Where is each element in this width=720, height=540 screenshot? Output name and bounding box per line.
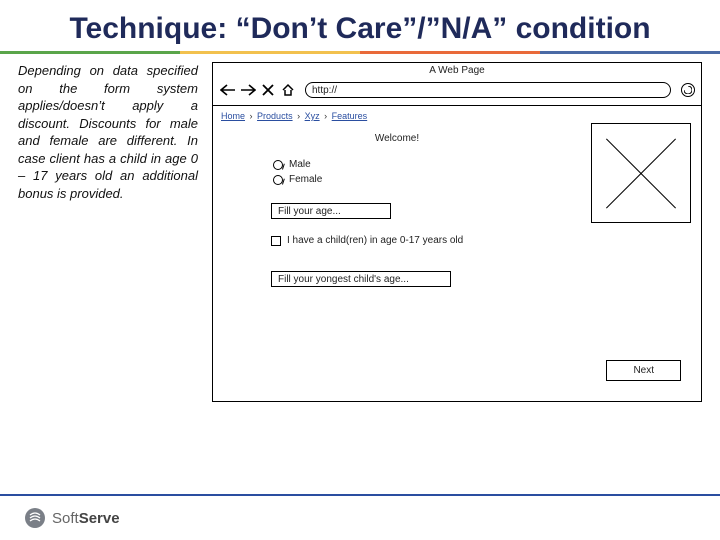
image-placeholder-icon <box>591 123 691 223</box>
crumb-features[interactable]: Features <box>332 111 368 121</box>
close-icon[interactable] <box>259 82 277 98</box>
footer: SoftServe <box>0 494 720 540</box>
next-button[interactable]: Next <box>606 360 681 381</box>
child-age-placeholder: Fill your yongest child's age... <box>278 274 409 285</box>
crumb-xyz[interactable]: Xyz <box>305 111 320 121</box>
radio-male-label: Male <box>289 159 311 170</box>
radio-male[interactable] <box>273 160 283 170</box>
wireframe-browser: A Web Page http:// Home › <box>212 62 702 402</box>
brand-normal: Soft <box>52 510 79 527</box>
accent-stripe <box>0 51 720 54</box>
toolbar-separator <box>213 105 701 106</box>
description-text: Depending on data specified on the form … <box>18 62 198 402</box>
brand-text: SoftServe <box>52 510 120 527</box>
child-checkbox[interactable] <box>271 236 281 246</box>
url-input[interactable]: http:// <box>305 82 671 98</box>
radio-female[interactable] <box>273 175 283 185</box>
age-placeholder: Fill your age... <box>278 206 341 217</box>
welcome-heading: Welcome! <box>213 133 581 144</box>
loading-icon <box>681 83 695 97</box>
chevron-right-icon: › <box>250 111 253 121</box>
brand-logo-icon <box>24 507 46 529</box>
url-value: http:// <box>312 85 337 96</box>
chevron-right-icon: › <box>324 111 327 121</box>
title-part-1: Technique: <box>69 12 235 45</box>
brand-bold: Serve <box>79 510 120 527</box>
radio-female-label: Female <box>289 174 322 185</box>
home-icon[interactable] <box>279 82 297 98</box>
crumb-products[interactable]: Products <box>257 111 293 121</box>
breadcrumb: Home › Products › Xyz › Features <box>221 111 367 121</box>
slide-title: Technique: “Don’t Care”/”N/A” condition <box>0 0 720 51</box>
age-input[interactable]: Fill your age... <box>271 203 391 219</box>
window-title: A Web Page <box>213 65 701 76</box>
child-checkbox-label: I have a child(ren) in age 0-17 years ol… <box>287 235 463 247</box>
next-button-label: Next <box>633 365 654 376</box>
back-icon[interactable] <box>219 82 237 98</box>
title-part-2: “Don’t Care”/”N/A” condition <box>236 12 651 45</box>
chevron-right-icon: › <box>297 111 300 121</box>
forward-icon[interactable] <box>239 82 257 98</box>
child-age-input[interactable]: Fill your yongest child's age... <box>271 271 451 287</box>
gender-radios: Male Female <box>273 159 322 189</box>
browser-toolbar: http:// <box>219 79 695 101</box>
crumb-home[interactable]: Home <box>221 111 245 121</box>
